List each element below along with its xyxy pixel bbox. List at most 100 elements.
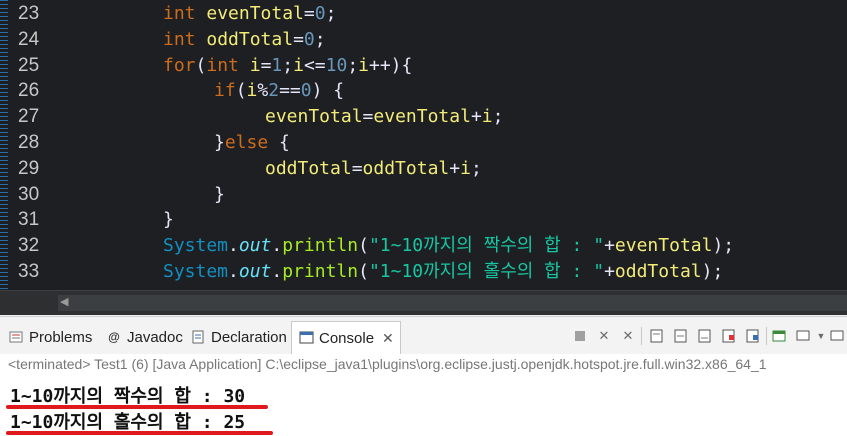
clear-console-icon[interactable] [648, 327, 666, 345]
code-text: } [214, 182, 225, 208]
code-token: ++){ [369, 54, 413, 76]
code-editor[interactable]: 23 int evenTotal=0; 24 int oddTotal=0; 25 for… [0, 0, 847, 290]
code-line: 28}else { [0, 130, 847, 156]
show-on-output-icon[interactable] [720, 327, 738, 345]
code-line: 31} [0, 207, 847, 233]
show-on-error-icon[interactable] [744, 327, 762, 345]
code-token: evenTotal [614, 235, 713, 257]
scrollbar-track[interactable] [58, 295, 847, 311]
code-token: 0 [300, 80, 312, 102]
code-text: oddTotal=oddTotal+i; [265, 156, 482, 182]
console-status-line: <terminated> Test1 (6) [Java Application… [8, 356, 767, 372]
line-number: 33 [18, 260, 40, 282]
code-token: { [268, 131, 290, 153]
code-token: } [163, 209, 174, 231]
problems-icon [8, 329, 24, 345]
code-text: }else { [214, 130, 290, 156]
code-token: "1~10까지의 홀수의 합 : " [368, 260, 605, 282]
code-text: } [163, 207, 174, 233]
remove-all-terminated-icon[interactable]: ✕ [619, 327, 637, 345]
code-token: = [293, 28, 304, 50]
code-token: . [228, 235, 239, 257]
editor-horizontal-scrollbar[interactable]: ◀ [0, 290, 847, 315]
close-icon[interactable]: ✕ [382, 330, 394, 347]
code-token: System [163, 235, 229, 257]
code-token: else [224, 131, 269, 153]
line-number: 26 [18, 80, 40, 102]
code-lines: 23 int evenTotal=0; 24 int oddTotal=0; 25 for… [0, 1, 847, 285]
code-token: ; [325, 3, 337, 24]
code-token: i [246, 80, 258, 102]
terminate-icon[interactable] [571, 327, 589, 345]
code-token: if [214, 80, 236, 102]
code-line: 33 System.out.println("1~10까지의 홀수의 합 : "+… [0, 259, 847, 285]
code-token: oddTotal [614, 260, 702, 282]
toolbar-separator [766, 327, 767, 345]
code-text: if(i%2==0) { [214, 78, 344, 104]
code-token: ; [282, 54, 294, 76]
line-number: 24 [18, 28, 40, 50]
code-token: } [214, 131, 225, 153]
code-token: int [163, 3, 196, 24]
code-text: System.out.println("1~10까지의 짝수의 합 : "+ev… [163, 233, 734, 259]
code-token: % [257, 80, 269, 102]
scroll-left-arrow-icon[interactable]: ◀ [60, 295, 68, 308]
code-token: + [470, 106, 482, 128]
code-token: i [481, 106, 493, 128]
code-token: i [249, 54, 261, 76]
line-number: 31 [18, 209, 40, 231]
code-line: 29 oddTotal=oddTotal+i; [0, 156, 847, 182]
code-token: int [163, 28, 196, 50]
code-token: ( [358, 260, 369, 282]
open-console-icon[interactable] [828, 327, 846, 345]
word-wrap-icon[interactable] [696, 327, 714, 345]
code-token: i [460, 157, 471, 179]
tab-console[interactable]: Console ✕ [291, 321, 401, 354]
code-line: 24 int oddTotal=0; [0, 27, 847, 53]
tab-javadoc[interactable]: @ Javadoc [106, 321, 183, 353]
code-token: oddTotal [362, 157, 450, 179]
code-text: int oddTotal=0; [163, 27, 326, 53]
code-token: 1 [271, 54, 283, 76]
bottom-panel-tabbar: Problems @ Javadoc Declaration Console ✕… [0, 316, 847, 355]
code-token: . [228, 260, 239, 282]
line-number: 27 [18, 106, 40, 128]
code-token: evenTotal [373, 106, 471, 128]
code-token: = [303, 3, 315, 24]
code-token: out [238, 260, 272, 282]
code-token: <= [303, 54, 326, 76]
line-number: 28 [18, 131, 40, 153]
code-token: i [358, 54, 369, 76]
code-line: 26 if(i%2==0) { [0, 78, 847, 104]
code-line: 27 evenTotal=evenTotal+i; [0, 104, 847, 130]
tab-declaration[interactable]: Declaration [190, 321, 287, 353]
code-token: oddTotal [265, 157, 352, 179]
code-token: ); [701, 260, 724, 282]
code-token: + [604, 260, 615, 282]
code-token: ; [314, 28, 326, 50]
code-token: println [282, 260, 359, 282]
declaration-icon [190, 329, 206, 345]
line-number: 32 [18, 235, 40, 257]
remove-launch-icon[interactable]: ✕ [595, 327, 613, 345]
code-token: i [293, 54, 304, 76]
line-number: 25 [18, 54, 40, 76]
line-number: 23 [18, 3, 40, 24]
code-token: 0 [314, 3, 326, 24]
tab-problems[interactable]: Problems [8, 321, 92, 353]
console-icon [298, 330, 314, 346]
code-token: ( [195, 54, 207, 76]
console-panel[interactable]: <terminated> Test1 (6) [Java Application… [0, 354, 847, 436]
code-token: out [238, 235, 272, 257]
code-token: ) { [311, 80, 345, 102]
scroll-lock-icon[interactable] [672, 327, 690, 345]
code-token: } [214, 183, 225, 205]
pin-console-icon[interactable] [770, 327, 788, 345]
red-underline [6, 431, 273, 435]
line-number: 30 [18, 183, 40, 205]
code-line: 23 int evenTotal=0; [0, 1, 847, 27]
code-token: + [604, 235, 615, 257]
display-console-icon[interactable] [794, 327, 812, 345]
